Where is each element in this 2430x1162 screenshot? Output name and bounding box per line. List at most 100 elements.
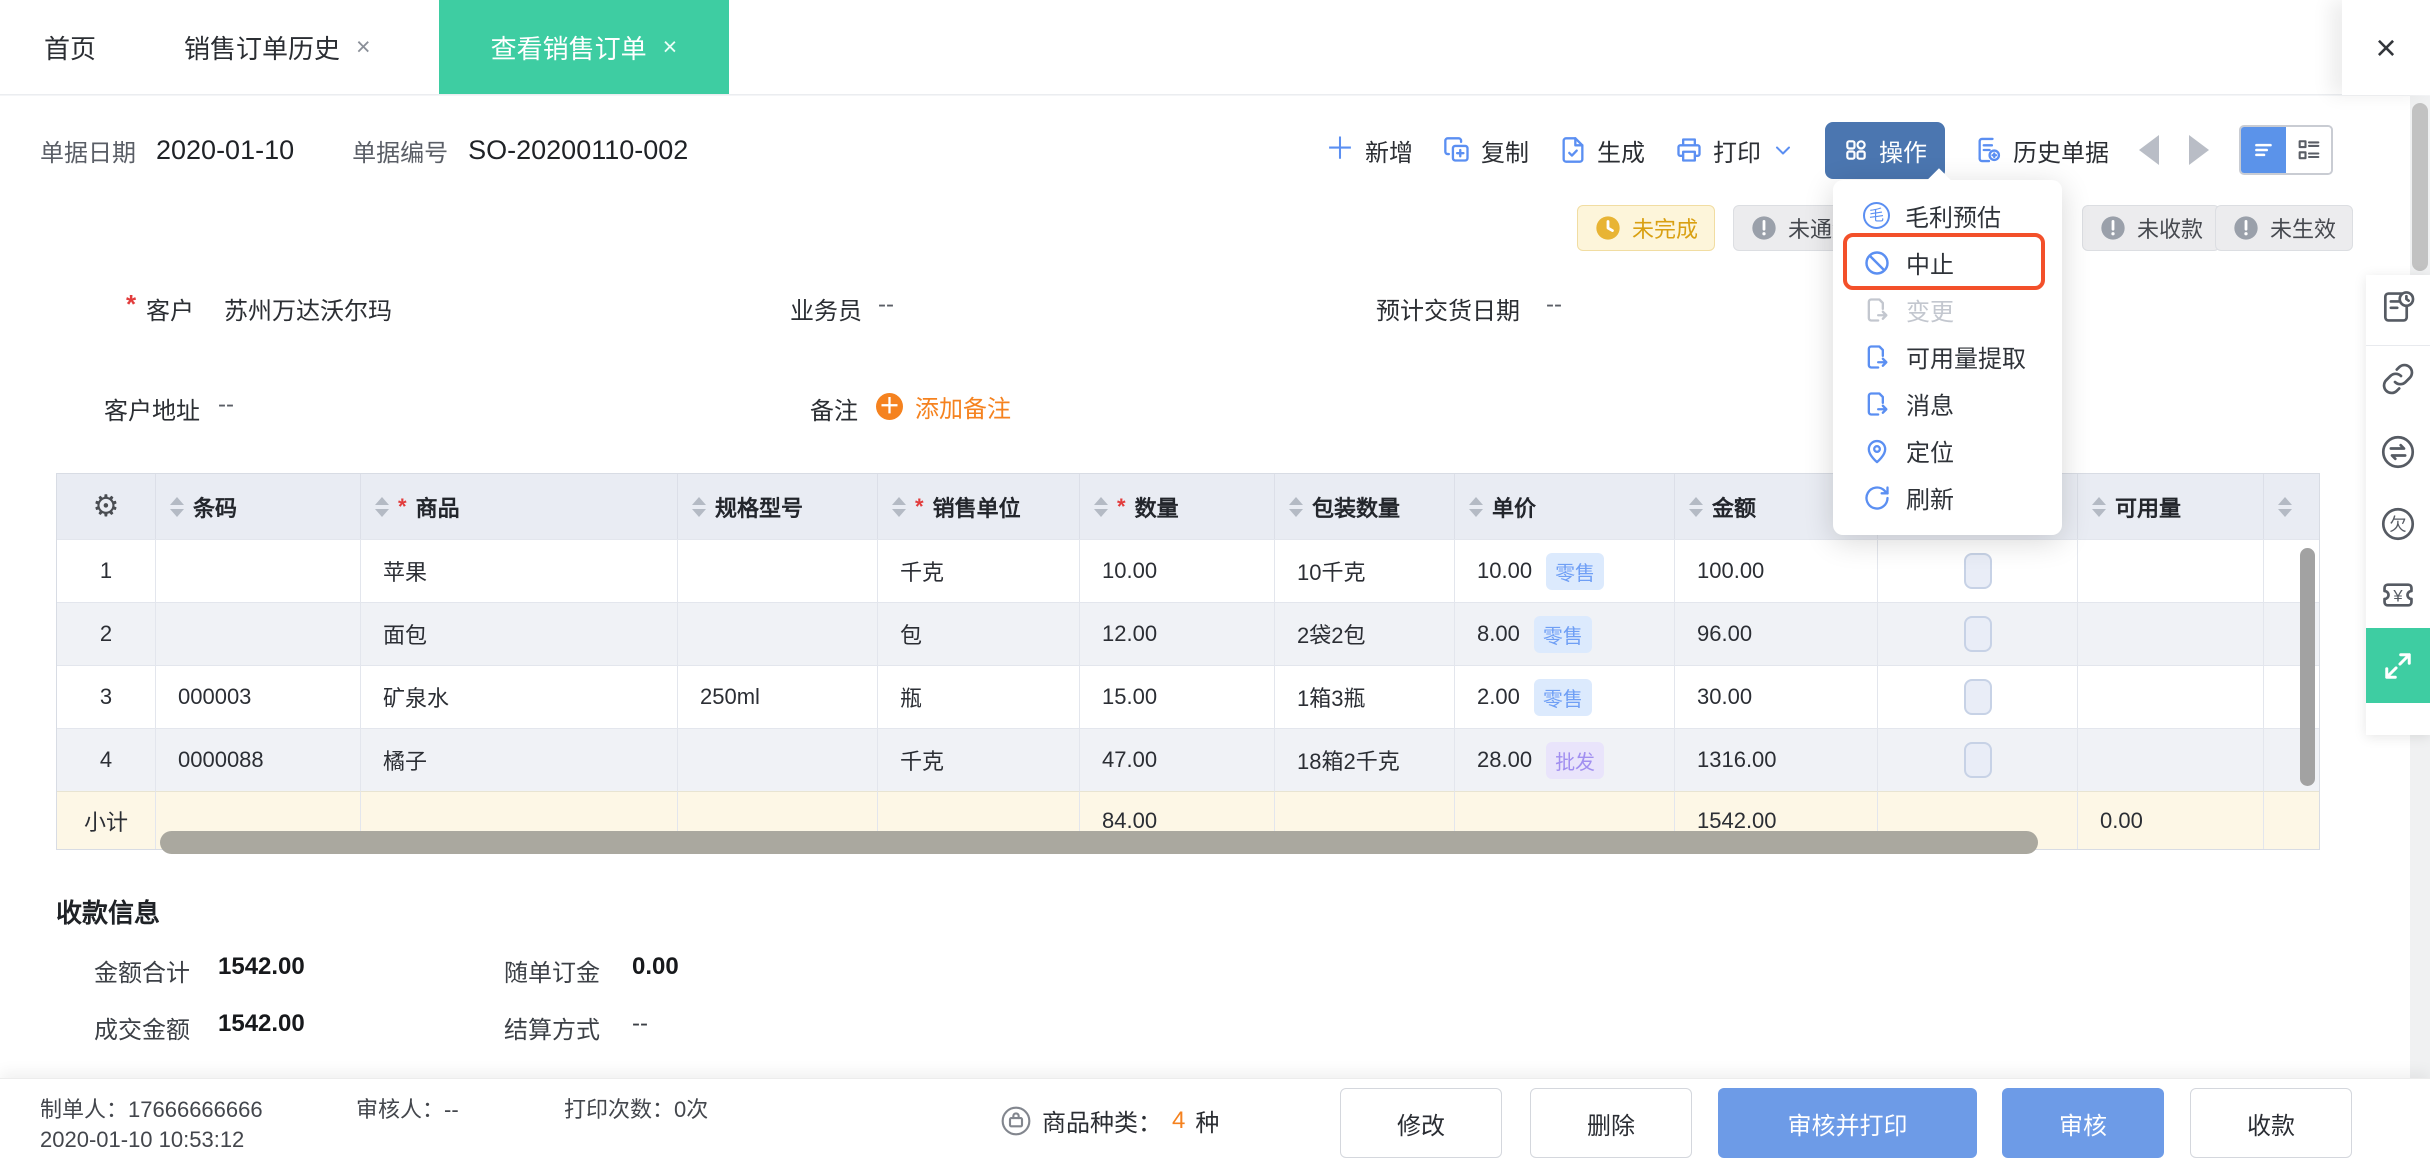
row-checkbox[interactable] xyxy=(1963,553,1992,589)
sort-icon[interactable] xyxy=(692,496,706,517)
next-doc-arrow[interactable] xyxy=(2189,135,2209,165)
sort-icon[interactable] xyxy=(1289,496,1303,517)
subtotal-available: 0.00 xyxy=(2078,791,2264,849)
settlement-label: 结算方式 xyxy=(504,1017,600,1044)
grid-icon xyxy=(1843,137,1869,163)
table-row[interactable]: 2 面包 包 12.00 2袋2包 8.00 零售 96.00 xyxy=(57,602,2319,665)
header-available[interactable]: 可用量 xyxy=(2078,474,2264,539)
plus-circle-icon: ＋ xyxy=(876,393,903,420)
row-checkbox[interactable] xyxy=(1963,616,1992,652)
chevron-down-icon[interactable] xyxy=(1771,138,1795,162)
header-product[interactable]: * 商品 xyxy=(361,474,678,539)
debt-icon[interactable]: 欠 xyxy=(2379,505,2417,543)
history-docs-button[interactable]: 历史单据 xyxy=(1975,133,2109,168)
menu-item-message[interactable]: 消息 xyxy=(1833,380,2062,427)
header-barcode[interactable]: 条码 xyxy=(156,474,361,539)
sort-icon[interactable] xyxy=(2278,496,2292,517)
row-checkbox[interactable] xyxy=(1963,742,1992,778)
print-button[interactable]: 打印 xyxy=(1675,133,1795,168)
tab-view-sales-order[interactable]: 查看销售订单 × xyxy=(438,0,730,94)
sort-icon[interactable] xyxy=(2092,496,2106,517)
sort-icon[interactable] xyxy=(170,496,184,517)
tab-sales-order-history[interactable]: 销售订单历史 × xyxy=(140,0,415,94)
doc-history-log-icon[interactable] xyxy=(2379,288,2417,326)
actions-dropdown-button[interactable]: 操作 xyxy=(1825,121,1945,179)
menu-item-abort[interactable]: 中止 xyxy=(1833,239,2062,286)
cell-available xyxy=(2078,602,2264,665)
cell-qty: 12.00 xyxy=(1080,602,1275,665)
card-view-button[interactable] xyxy=(2286,127,2331,173)
cell-amount: 96.00 xyxy=(1675,602,1878,665)
table-row[interactable]: 4 0000088 橘子 千克 47.00 18箱2千克 28.00 批发 1316.00 xyxy=(57,728,2319,791)
cell-amount: 100.00 xyxy=(1675,539,1878,602)
header-spec[interactable]: 规格型号 xyxy=(678,474,878,539)
required-marker: * xyxy=(126,289,137,319)
prev-doc-arrow[interactable] xyxy=(2139,135,2159,165)
sort-icon[interactable] xyxy=(1689,496,1703,517)
header-price[interactable]: 单价 xyxy=(1455,474,1675,539)
price-type-tag[interactable]: 零售 xyxy=(1546,552,1605,590)
tab-close-icon[interactable]: × xyxy=(356,33,371,62)
copy-button[interactable]: 复制 xyxy=(1443,133,1529,168)
location-pin-icon xyxy=(1863,437,1891,465)
cell-qty: 15.00 xyxy=(1080,665,1275,728)
link-icon[interactable] xyxy=(2380,361,2416,397)
vertical-scrollbar[interactable] xyxy=(2300,548,2315,786)
amount-total-label: 金额合计 xyxy=(94,960,190,987)
menu-item-profit-estimate[interactable]: 毛 毛利预估 xyxy=(1833,192,2062,239)
sort-icon[interactable] xyxy=(1094,496,1108,517)
price-type-tag[interactable]: 批发 xyxy=(1546,741,1605,779)
audit-and-print-button[interactable]: 审核并打印 xyxy=(1718,1088,1977,1158)
row-number: 3 xyxy=(57,665,156,728)
column-settings-cell[interactable]: ⚙ xyxy=(57,474,156,539)
cell-unit: 千克 xyxy=(878,728,1080,791)
header-pack-qty[interactable]: 包装数量 xyxy=(1275,474,1455,539)
price-type-tag[interactable]: 零售 xyxy=(1533,678,1592,716)
add-button[interactable]: ＋ 新增 xyxy=(1325,133,1413,168)
receive-payment-button[interactable]: 收款 xyxy=(2190,1088,2352,1158)
tab-label: 销售订单历史 xyxy=(184,33,341,64)
profit-icon: 毛 xyxy=(1863,202,1890,229)
table-row[interactable]: 1 苹果 千克 10.00 10千克 10.00 零售 100.00 xyxy=(57,539,2319,602)
tab-close-icon[interactable]: × xyxy=(663,33,678,62)
money-voucher-icon[interactable]: ¥ xyxy=(2379,576,2417,614)
cell-amount: 30.00 xyxy=(1675,665,1878,728)
transfer-icon[interactable] xyxy=(2379,433,2417,471)
delete-button[interactable]: 删除 xyxy=(1530,1088,1692,1158)
sort-icon[interactable] xyxy=(1469,496,1483,517)
header-unit[interactable]: * 销售单位 xyxy=(878,474,1080,539)
page-arrow-icon xyxy=(1863,390,1891,418)
menu-item-available-extract[interactable]: 可用量提取 xyxy=(1833,333,2062,380)
sort-icon[interactable] xyxy=(892,496,906,517)
sales-order-view-page: 首页 销售订单历史 × 查看销售订单 × × 单据日期 2020-01-10 单… xyxy=(0,0,2430,1162)
row-checkbox[interactable] xyxy=(1963,679,1992,715)
menu-item-locate[interactable]: 定位 xyxy=(1833,427,2062,474)
modify-button[interactable]: 修改 xyxy=(1340,1088,1502,1158)
add-remark-button[interactable]: ＋ 添加备注 xyxy=(876,389,1011,424)
subtotal-empty xyxy=(2264,791,2319,849)
page-scrollbar-thumb[interactable] xyxy=(2412,103,2428,271)
delivery-date-label: 预计交货日期 xyxy=(1376,298,1520,325)
list-view-button[interactable] xyxy=(2241,127,2286,173)
deal-amount-value: 1542.00 xyxy=(218,1010,305,1037)
menu-label: 变更 xyxy=(1906,299,1954,326)
category-unit: 种 xyxy=(1195,1110,1220,1137)
address-label: 客户地址 xyxy=(104,398,200,425)
generate-button[interactable]: 生成 xyxy=(1559,133,1645,168)
tab-home[interactable]: 首页 xyxy=(0,0,140,94)
header-qty[interactable]: * 数量 xyxy=(1080,474,1275,539)
price-type-tag[interactable]: 零售 xyxy=(1533,615,1592,653)
cell-price: 28.00 批发 xyxy=(1455,728,1675,791)
horizontal-scrollbar[interactable] xyxy=(160,831,2038,854)
fullscreen-expand-button[interactable] xyxy=(2366,628,2430,703)
window-close-button[interactable]: × xyxy=(2342,0,2430,95)
audit-button[interactable]: 审核 xyxy=(2002,1088,2164,1158)
badge-label: 未生效 xyxy=(2270,217,2337,242)
table-row[interactable]: 3 000003 矿泉水 250ml 瓶 15.00 1箱3瓶 2.00 零售 30.00 xyxy=(57,665,2319,728)
generate-icon xyxy=(1559,136,1587,164)
header-partial[interactable] xyxy=(2264,474,2319,539)
customer-value[interactable]: 苏州万达沃尔玛 xyxy=(224,291,392,326)
menu-item-refresh[interactable]: 刷新 xyxy=(1833,474,2062,521)
sort-icon[interactable] xyxy=(375,496,389,517)
plus-icon: ＋ xyxy=(1325,133,1355,166)
